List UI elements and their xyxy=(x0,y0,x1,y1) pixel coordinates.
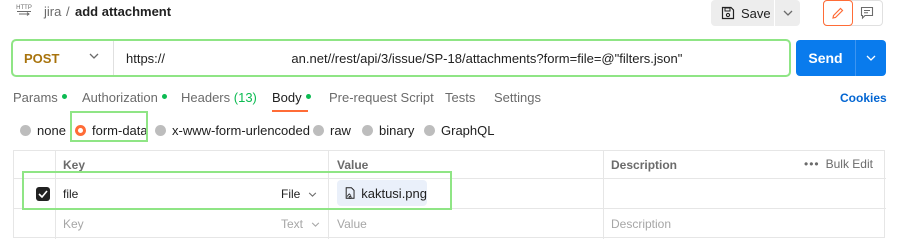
pencil-icon xyxy=(831,7,844,19)
new-key-input[interactable]: Key xyxy=(63,217,84,231)
file-name: kaktusi.png xyxy=(361,185,427,201)
body-type-form-data-label: form-data xyxy=(92,123,148,138)
body-type-binary[interactable]: binary xyxy=(362,123,414,138)
tab-body-label: Body xyxy=(272,90,302,105)
row-type-select[interactable]: File xyxy=(281,187,317,201)
view-mode-toggle xyxy=(823,0,883,26)
save-button-group: Save xyxy=(711,0,800,26)
comments-button[interactable] xyxy=(853,1,882,25)
table-divider xyxy=(603,151,604,239)
radio-button[interactable] xyxy=(20,125,31,136)
file-chip[interactable]: kaktusi.png xyxy=(337,180,427,206)
new-value-input[interactable]: Value xyxy=(337,217,367,231)
save-label: Save xyxy=(741,5,771,21)
status-dot xyxy=(305,94,311,100)
radio-button[interactable] xyxy=(155,125,166,136)
column-header-description: Description xyxy=(611,158,678,172)
tab-headers-label: Headers xyxy=(181,90,231,105)
row-type-label: File xyxy=(281,187,301,201)
more-options-icon[interactable]: ••• xyxy=(804,157,820,171)
body-type-binary-label: binary xyxy=(379,123,415,138)
new-row-type-label: Text xyxy=(281,217,304,231)
chevron-down-icon xyxy=(866,55,876,61)
status-dot xyxy=(61,94,67,100)
tab-authorization[interactable]: Authorization xyxy=(82,90,167,105)
chevron-down-icon xyxy=(309,191,317,197)
body-type-none-label: none xyxy=(37,123,66,138)
body-type-raw-label: raw xyxy=(330,123,351,138)
tab-body[interactable]: Body xyxy=(272,90,311,105)
table-divider xyxy=(14,208,886,209)
row-enabled-checkbox[interactable] xyxy=(36,187,50,201)
tab-params-label: Params xyxy=(13,90,58,105)
save-button[interactable]: Save xyxy=(711,0,775,26)
breadcrumb-separator: / xyxy=(66,4,70,19)
body-type-raw[interactable]: raw xyxy=(313,123,351,138)
headers-count: (13) xyxy=(233,90,257,105)
table-divider xyxy=(55,151,56,239)
new-row-type-select[interactable]: Text xyxy=(281,217,320,231)
cookies-link[interactable]: Cookies xyxy=(840,91,887,105)
tab-pre-request-script[interactable]: Pre-request Script xyxy=(329,90,434,105)
bulk-edit-button[interactable]: ••• Bulk Edit xyxy=(804,157,873,171)
edit-button[interactable] xyxy=(823,0,853,26)
svg-text:HTTP: HTTP xyxy=(16,5,32,11)
save-options-button[interactable] xyxy=(775,0,800,26)
radio-button[interactable] xyxy=(313,125,324,136)
tab-settings[interactable]: Settings xyxy=(494,90,541,105)
method-select[interactable]: POST xyxy=(13,41,114,75)
request-url-bar: POST https:// an.net//rest/api/3/issue/S… xyxy=(12,40,790,76)
table-divider xyxy=(14,178,886,179)
url-input[interactable]: https:// an.net//rest/api/3/issue/SP-18/… xyxy=(114,41,682,75)
breadcrumb-collection[interactable]: jira xyxy=(44,4,61,19)
form-data-table: Key Value Description ••• Bulk Edit file… xyxy=(13,150,886,239)
tab-tests[interactable]: Tests xyxy=(445,90,475,105)
column-header-key: Key xyxy=(63,158,86,172)
checkmark-icon xyxy=(38,190,48,198)
radio-button-selected[interactable] xyxy=(75,125,86,136)
tab-headers[interactable]: Headers (13) xyxy=(181,90,257,105)
tab-authorization-label: Authorization xyxy=(82,90,158,105)
request-title[interactable]: add attachment xyxy=(75,4,171,19)
row-key[interactable]: file xyxy=(63,187,78,201)
chevron-down-icon xyxy=(783,10,792,16)
request-header: HTTP jira / add attachment Save xyxy=(0,0,898,26)
send-options-button[interactable] xyxy=(856,40,886,76)
send-button[interactable]: Send xyxy=(796,40,856,76)
body-type-graphql[interactable]: GraphQL xyxy=(424,123,494,138)
body-type-form-data[interactable]: form-data xyxy=(75,123,148,138)
column-header-value: Value xyxy=(337,158,369,172)
file-image-icon xyxy=(345,187,355,199)
body-type-urlencoded-label: x-www-form-urlencoded xyxy=(172,123,310,138)
chevron-down-icon xyxy=(311,221,320,227)
save-icon xyxy=(721,6,735,20)
body-type-x-www-form-urlencoded[interactable]: x-www-form-urlencoded xyxy=(155,123,310,138)
http-request-icon: HTTP xyxy=(16,5,32,16)
body-type-graphql-label: GraphQL xyxy=(441,123,495,138)
radio-button[interactable] xyxy=(362,125,373,136)
bulk-edit-label: Bulk Edit xyxy=(825,157,873,171)
send-button-group: Send xyxy=(796,40,886,76)
status-dot xyxy=(161,94,167,100)
table-divider xyxy=(328,151,329,239)
chevron-down-icon xyxy=(89,53,99,59)
comment-icon xyxy=(861,6,874,20)
new-description-input[interactable]: Description xyxy=(611,217,671,231)
active-tab-indicator xyxy=(272,110,308,112)
radio-button[interactable] xyxy=(424,125,435,136)
method-label: POST xyxy=(24,50,60,66)
tab-params[interactable]: Params xyxy=(13,90,67,105)
body-type-none[interactable]: none xyxy=(20,123,66,138)
